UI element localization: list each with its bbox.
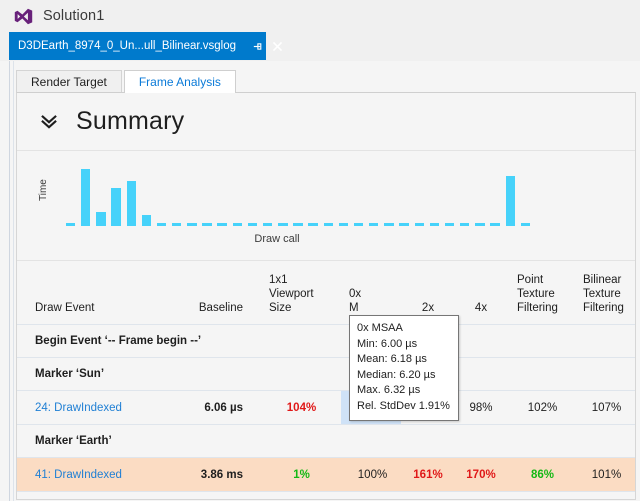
chart-bar[interactable] [172, 223, 182, 226]
cell-draw-event[interactable]: 24: DrawIndexed [17, 390, 187, 425]
chart-bar[interactable] [278, 223, 288, 226]
draw-event-table-wrapper: Draw Event Baseline 1x1 Viewport Size 0x… [17, 261, 635, 492]
chart-bar[interactable] [460, 223, 470, 226]
window-title: Solution1 [43, 8, 105, 24]
tooltip-line: Median: 6.20 µs [357, 368, 436, 381]
chart-bar[interactable] [293, 223, 303, 226]
chart-bar[interactable] [414, 223, 424, 226]
chart-bar[interactable] [399, 223, 409, 226]
pin-icon[interactable] [252, 41, 263, 52]
chart-bar[interactable] [323, 223, 333, 226]
cell-viewport-size[interactable]: 104% [259, 390, 341, 425]
close-icon[interactable] [272, 41, 283, 52]
tooltip-line: Max. 6.32 µs [357, 384, 421, 396]
chart-x-axis-label: Draw call [254, 233, 300, 245]
cell-point-texture-filtering[interactable]: 86% [507, 457, 573, 492]
column-header-bilinear-texture-filtering[interactable]: Bilinear Texture Filtering [573, 261, 635, 325]
msaa-statistics-tooltip: 0x MSAA Min: 6.00 µs Mean: 6.18 µs Median: … [349, 315, 459, 421]
column-header-baseline[interactable]: Baseline [187, 261, 259, 325]
chart-bar[interactable] [141, 214, 152, 226]
tooltip-line: Min: 6.00 µs [357, 337, 418, 350]
table-group-row[interactable]: Marker ‘Earth’ [17, 424, 635, 458]
chart-bar[interactable] [475, 223, 485, 226]
chart-bar[interactable] [384, 223, 394, 226]
chart-bar[interactable] [126, 180, 136, 226]
chart-bar[interactable] [187, 223, 197, 226]
table-body: Begin Event ‘-- Frame begin --’ Marker ‘S… [17, 324, 635, 492]
table-row[interactable]: 41: DrawIndexed 3.86 ms 1% 100% 161% 170% 86% 1… [17, 457, 635, 492]
chart-bar[interactable] [81, 169, 91, 226]
chart-bar[interactable] [444, 223, 455, 226]
tool-pane: Render Target Frame Analysis Summary Tim… [9, 61, 640, 501]
table-header: Draw Event Baseline 1x1 Viewport Size 0x… [17, 261, 635, 325]
chevron-double-down-icon[interactable] [40, 113, 58, 131]
chart-bar[interactable] [308, 223, 318, 226]
app-window: Solution1 D3DEarth_8974_0_Un...ull_Bilin… [0, 0, 640, 501]
cell-baseline[interactable]: 6.06 µs [187, 390, 259, 425]
chart-bar[interactable] [96, 211, 106, 226]
chart-bar[interactable] [429, 223, 440, 226]
cell-msaa-4x[interactable]: 170% [455, 457, 507, 492]
chart-plot-area [63, 164, 533, 226]
cell-baseline[interactable]: 3.86 ms [187, 457, 259, 492]
chart-bar[interactable] [111, 187, 121, 226]
column-header-viewport-size[interactable]: 1x1 Viewport Size [259, 261, 341, 325]
chart-bar[interactable] [369, 223, 379, 226]
chart-bar[interactable] [520, 223, 531, 226]
cell-bilinear-texture-filtering[interactable]: 101% [573, 457, 635, 492]
table-group-label: Begin Event ‘-- Frame begin --’ [17, 324, 635, 358]
page-title: Summary [76, 107, 185, 135]
table-group-label: Marker ‘Earth’ [17, 424, 635, 458]
chart-bar[interactable] [353, 223, 364, 226]
title-bar: Solution1 [0, 0, 640, 32]
tab-row: Render Target Frame Analysis [16, 69, 236, 93]
cell-viewport-size[interactable]: 1% [259, 457, 341, 492]
tooltip-line: Rel. StdDev 1.91% [357, 399, 450, 412]
chart-bar[interactable] [505, 176, 515, 226]
chart-bar[interactable] [156, 223, 167, 226]
cell-bilinear-texture-filtering[interactable]: 107% [573, 390, 635, 425]
chart-bar[interactable] [217, 223, 227, 226]
chart-y-axis-label: Time [38, 179, 49, 201]
cell-msaa-0x[interactable]: 100% [341, 457, 401, 492]
visual-studio-logo-icon [14, 8, 33, 24]
cell-msaa-2x[interactable]: 161% [401, 457, 455, 492]
frame-analysis-panel: Summary Time Draw call Draw Event Baseli… [16, 92, 636, 500]
document-tab-strip: D3DEarth_8974_0_Un...ull_Bilinear.vsglog [0, 32, 640, 61]
chart-bar[interactable] [338, 223, 349, 226]
tab-frame-analysis[interactable]: Frame Analysis [123, 70, 236, 93]
table-group-row[interactable]: Begin Event ‘-- Frame begin --’ [17, 324, 635, 358]
cell-point-texture-filtering[interactable]: 102% [507, 390, 573, 425]
tab-render-target-label: Render Target [31, 75, 107, 89]
summary-header[interactable]: Summary [17, 93, 635, 151]
chart-bar[interactable] [262, 223, 273, 226]
chart-bar[interactable] [247, 223, 258, 226]
chart-bar[interactable] [232, 223, 243, 226]
cell-draw-event[interactable]: 41: DrawIndexed [17, 457, 187, 492]
draw-event-table: Draw Event Baseline 1x1 Viewport Size 0x… [17, 261, 635, 492]
tab-render-target[interactable]: Render Target [16, 70, 122, 93]
column-header-msaa-4x[interactable]: 4x [455, 261, 507, 325]
table-group-label: Marker ‘Sun’ [17, 357, 635, 391]
document-tab[interactable]: D3DEarth_8974_0_Un...ull_Bilinear.vsglog [9, 32, 283, 60]
draw-call-time-chart: Time Draw call [17, 151, 635, 261]
chart-bar[interactable] [202, 223, 212, 226]
tooltip-line: 0x MSAA [357, 322, 403, 334]
chart-bar[interactable] [65, 223, 76, 226]
column-header-draw-event[interactable]: Draw Event [17, 261, 187, 325]
document-tab-label: D3DEarth_8974_0_Un...ull_Bilinear.vsglog [18, 40, 237, 52]
column-header-point-texture-filtering[interactable]: Point Texture Filtering [507, 261, 573, 325]
table-row[interactable]: 24: DrawIndexed6.06 µs104%102%94%98%102%… [17, 390, 635, 425]
cell-msaa-4x[interactable]: 98% [455, 390, 507, 425]
table-group-row[interactable]: Marker ‘Sun’ [17, 357, 635, 391]
chart-bar[interactable] [490, 223, 500, 226]
tooltip-line: Mean: 6.18 µs [357, 353, 427, 365]
tab-frame-analysis-label: Frame Analysis [138, 75, 221, 89]
